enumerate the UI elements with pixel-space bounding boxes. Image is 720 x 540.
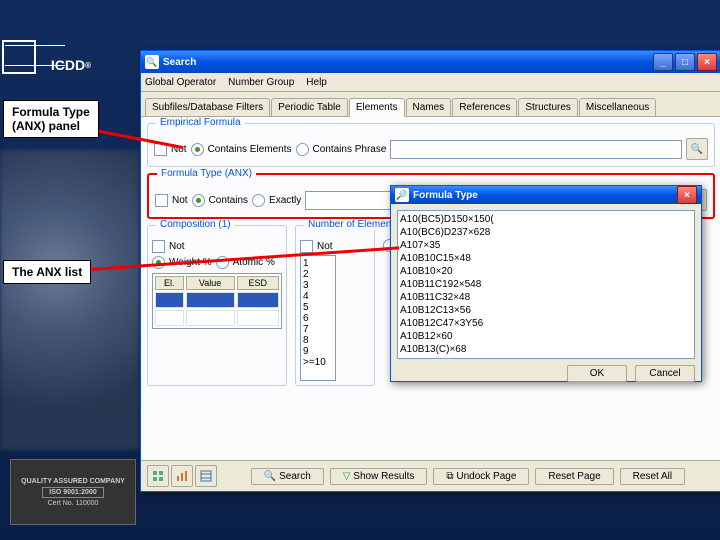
footer: 🔍 Search ▽ Show Results ⧉ Undock Page Re…	[141, 460, 720, 491]
search-titlebar[interactable]: 🔍 Search _ □ ×	[141, 51, 720, 73]
cancel-button[interactable]: Cancel	[635, 365, 695, 382]
list-item[interactable]: A10(BC6)D237×628	[400, 226, 692, 239]
anx-contains-radio[interactable]	[192, 194, 205, 207]
anx-contains-label: Contains	[209, 195, 248, 206]
list-item[interactable]: A10B11C192×548	[400, 278, 692, 291]
list-item[interactable]: A10B10C15×48	[400, 252, 692, 265]
tab-misc[interactable]: Miscellaneous	[579, 98, 656, 116]
anx-exactly-label: Exactly	[269, 195, 301, 206]
numel-list[interactable]: 1 2 3 4 5 6 7 8 9 >=10	[300, 255, 336, 381]
empirical-lookup-button[interactable]: 🔍	[686, 138, 708, 160]
grid-icon	[152, 470, 164, 482]
tab-references[interactable]: References	[452, 98, 517, 116]
comp-not-label: Not	[169, 241, 185, 252]
decorative-bg	[0, 150, 140, 450]
menubar: Global Operator Number Group Help	[141, 73, 720, 92]
composition-group: Composition (1) Not Weight % Atomic % El…	[147, 225, 287, 386]
search-icon: 🔍	[264, 471, 276, 482]
callout-anx-panel: Formula Type (ANX) panel	[3, 100, 99, 138]
quality-badge: QUALITY ASSURED COMPANY ISO 9001:2000 Ce…	[10, 459, 136, 525]
menu-number-group[interactable]: Number Group	[228, 77, 294, 88]
list-item[interactable]: A10B13(C)×68	[400, 343, 692, 356]
ft-title: Formula Type	[413, 190, 478, 201]
close-button[interactable]: ×	[697, 53, 717, 71]
footer-tool-1[interactable]	[147, 465, 169, 487]
tab-elements[interactable]: Elements	[349, 98, 405, 117]
maximize-button[interactable]: □	[675, 53, 695, 71]
anx-title: Formula Type (ANX)	[157, 168, 256, 179]
footer-tool-2[interactable]	[171, 465, 193, 487]
table-icon	[200, 470, 212, 482]
tab-periodic[interactable]: Periodic Table	[271, 98, 348, 116]
search-app-icon: 🔍	[145, 55, 159, 69]
tab-subfiles[interactable]: Subfiles/Database Filters	[145, 98, 270, 116]
composition-table[interactable]: El.ValueESD	[152, 273, 282, 329]
ft-app-icon: 🔎	[395, 188, 409, 202]
ft-close-button[interactable]: ×	[677, 186, 697, 204]
numel-not-check[interactable]	[300, 240, 313, 253]
formula-type-dialog: 🔎 Formula Type × A10(BC5)D150×150( A10(B…	[390, 185, 702, 382]
footer-tool-3[interactable]	[195, 465, 217, 487]
undock-button[interactable]: ⧉ Undock Page	[433, 468, 529, 485]
search-title: Search	[163, 57, 196, 68]
tabbar: Subfiles/Database Filters Periodic Table…	[141, 92, 720, 117]
undock-icon: ⧉	[446, 471, 453, 482]
list-item[interactable]: A10B12×60	[400, 330, 692, 343]
ok-button[interactable]: OK	[567, 365, 627, 382]
list-item[interactable]: A10B11C32×48	[400, 291, 692, 304]
comp-not-check[interactable]	[152, 240, 165, 253]
formula-type-list[interactable]: A10(BC5)D150×150( A10(BC6)D237×628 A107×…	[397, 210, 695, 359]
show-results-button[interactable]: ▽ Show Results	[330, 468, 428, 485]
list-item[interactable]: A10B12C47×3Y56	[400, 317, 692, 330]
empirical-input[interactable]	[390, 140, 682, 159]
list-item[interactable]: A10B12C13×56	[400, 304, 692, 317]
triangle-icon: ▽	[343, 471, 351, 482]
empirical-contains-ph-label: Contains Phrase	[313, 144, 387, 155]
table-row[interactable]	[155, 292, 279, 308]
ft-titlebar[interactable]: 🔎 Formula Type ×	[391, 186, 701, 204]
empirical-formula-group: Empirical Formula Not Contains Elements …	[147, 123, 715, 167]
reset-page-button[interactable]: Reset Page	[535, 468, 613, 485]
menu-help[interactable]: Help	[306, 77, 327, 88]
list-item[interactable]: A10B10×20	[400, 265, 692, 278]
search-button[interactable]: 🔍 Search	[251, 468, 324, 485]
callout-anx-list: The ANX list	[3, 260, 91, 284]
table-row[interactable]	[155, 310, 279, 326]
logo-area: ICDD®	[0, 0, 140, 100]
empirical-contains-el-label: Contains Elements	[208, 144, 292, 155]
list-item[interactable]: A107×35	[400, 239, 692, 252]
anx-not-label: Not	[172, 195, 188, 206]
magnify-icon: 🔍	[691, 144, 703, 155]
empirical-contains-el-radio[interactable]	[191, 143, 204, 156]
anx-exactly-radio[interactable]	[252, 194, 265, 207]
tab-names[interactable]: Names	[406, 98, 452, 116]
tab-structures[interactable]: Structures	[518, 98, 578, 116]
chart-icon	[176, 470, 188, 482]
anx-not-check[interactable]	[155, 194, 168, 207]
list-item[interactable]: A10(BC5)D150×150(	[400, 213, 692, 226]
composition-title: Composition (1)	[156, 219, 235, 230]
menu-global-operator[interactable]: Global Operator	[145, 77, 216, 88]
empirical-contains-ph-radio[interactable]	[296, 143, 309, 156]
icdd-logo: ICDD®	[36, 50, 106, 80]
minimize-button[interactable]: _	[653, 53, 673, 71]
empirical-title: Empirical Formula	[156, 117, 245, 128]
reset-all-button[interactable]: Reset All	[620, 468, 685, 485]
